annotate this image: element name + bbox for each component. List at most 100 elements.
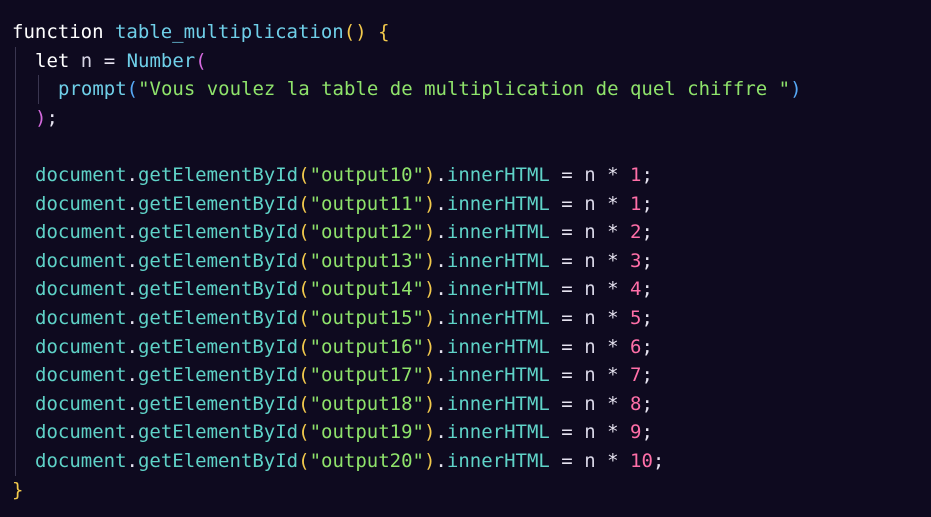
semicolon: ; (641, 335, 653, 358)
code-line-close-brace: } (0, 476, 931, 505)
document-object: document (35, 421, 127, 444)
indent-guide (15, 103, 16, 133)
indent-guide (15, 361, 16, 390)
assign-operator: = (561, 364, 573, 387)
factor-number: 4 (630, 278, 642, 301)
open-paren: ( (298, 278, 310, 301)
multiply-operator: * (607, 392, 619, 415)
variable-n: n (584, 335, 596, 358)
code-line-close-number: ); (0, 103, 931, 133)
get-element-by-id-method: getElementById (137, 278, 299, 301)
document-object: document (35, 335, 127, 358)
get-element-by-id-method: getElementById (137, 449, 299, 472)
inner-html-property: innerHTML (446, 278, 550, 301)
open-paren: ( (126, 78, 139, 101)
dot: . (435, 221, 447, 244)
variable-n: n (584, 421, 596, 444)
code-line-output-assignment: document.getElementById("output11").inne… (0, 189, 931, 219)
indent-guide (15, 218, 16, 247)
open-paren: ( (343, 21, 356, 43)
close-paren: ) (35, 106, 47, 129)
indent-guide (15, 303, 16, 333)
factor-number: 9 (630, 421, 642, 444)
assign-operator: = (561, 306, 573, 329)
open-paren: ( (298, 364, 310, 387)
code-line-output-assignment: document.getElementById("output18").inne… (0, 389, 931, 419)
assign-operator: = (561, 449, 573, 472)
get-element-by-id-method: getElementById (137, 364, 299, 387)
code-line-prompt: prompt("Vous voulez la table de multipli… (0, 75, 931, 104)
document-object: document (35, 278, 127, 301)
keyword-let: let (35, 49, 70, 72)
dot: . (126, 392, 138, 415)
multiply-operator: * (607, 335, 619, 358)
factor-number: 2 (630, 221, 642, 244)
factor-number: 8 (630, 392, 642, 415)
factor-number: 1 (630, 163, 642, 186)
assign-operator: = (561, 278, 573, 301)
multiply-operator: * (607, 249, 619, 272)
multiply-operator: * (607, 364, 619, 387)
close-paren: ) (423, 392, 436, 415)
variable-n: n (584, 249, 596, 272)
inner-html-property: innerHTML (446, 449, 550, 472)
element-id-string: "output19" (309, 421, 424, 444)
inner-html-property: innerHTML (446, 221, 550, 244)
open-paren: ( (298, 392, 310, 415)
get-element-by-id-method: getElementById (137, 249, 299, 272)
assign-operator: = (561, 221, 573, 244)
close-paren: ) (423, 364, 436, 387)
semicolon: ; (641, 306, 653, 329)
close-paren: ) (423, 449, 436, 472)
dot: . (126, 306, 138, 329)
inner-html-property: innerHTML (446, 249, 550, 272)
multiply-operator: * (607, 278, 619, 301)
code-line-output-assignment: document.getElementById("output10").inne… (0, 160, 931, 190)
document-object: document (35, 192, 127, 215)
element-id-string: "output11" (309, 192, 424, 215)
open-brace: { (378, 21, 390, 43)
indent-guide (38, 75, 39, 104)
code-line-output-assignment: document.getElementById("output17").inne… (0, 361, 931, 390)
dot: . (126, 364, 138, 387)
document-object: document (35, 364, 127, 387)
multiply-operator: * (607, 221, 619, 244)
document-object: document (35, 221, 127, 244)
factor-number: 1 (630, 192, 642, 215)
number-function: Number (126, 49, 196, 72)
element-id-string: "output14" (309, 278, 424, 301)
document-object: document (35, 449, 127, 472)
assign-operator: = (561, 335, 573, 358)
code-editor[interactable]: function table_multiplication() { let n … (0, 0, 931, 517)
open-paren: ( (298, 163, 310, 186)
close-paren: ) (423, 249, 436, 272)
dot: . (126, 421, 138, 444)
semicolon: ; (641, 163, 653, 186)
open-paren: ( (298, 192, 310, 215)
get-element-by-id-method: getElementById (137, 163, 299, 186)
get-element-by-id-method: getElementById (137, 392, 299, 415)
get-element-by-id-method: getElementById (137, 192, 299, 215)
prompt-string: "Vous voulez la table de multiplication … (138, 78, 791, 101)
element-id-string: "output10" (309, 163, 424, 186)
open-paren: ( (298, 221, 310, 244)
close-paren: ) (423, 192, 436, 215)
factor-number: 5 (630, 306, 642, 329)
close-paren: ) (423, 306, 436, 329)
code-line-output-assignment: document.getElementById("output13").inne… (0, 246, 931, 276)
function-name: table_multiplication (114, 21, 344, 43)
factor-number: 7 (630, 364, 642, 387)
inner-html-property: innerHTML (446, 421, 550, 444)
assign-operator: = (561, 163, 573, 186)
multiply-operator: * (607, 192, 619, 215)
output-assignment-lines: document.getElementById("output10").inne… (0, 160, 931, 476)
get-element-by-id-method: getElementById (137, 221, 299, 244)
indent-guide (15, 332, 16, 362)
code-line-output-assignment: document.getElementById("output12").inne… (0, 218, 931, 247)
code-line-function-declaration: function table_multiplication() { (0, 18, 931, 47)
open-paren: ( (195, 49, 207, 72)
variable-n: n (584, 364, 596, 387)
dot: . (435, 392, 447, 415)
dot: . (126, 192, 138, 215)
indent-guide (15, 75, 16, 104)
